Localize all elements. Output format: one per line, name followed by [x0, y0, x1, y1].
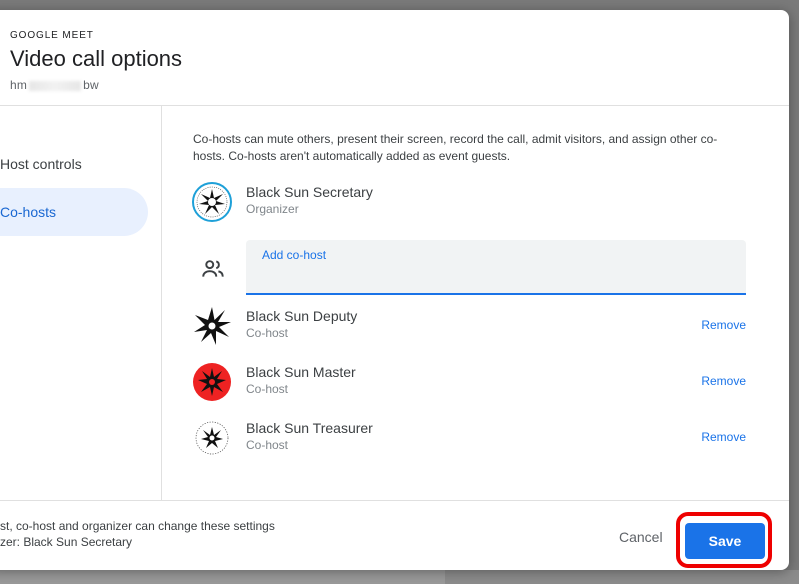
- dialog-title: Video call options: [10, 46, 183, 71]
- person-row-deputy: Black Sun Deputy Co-host Remove: [192, 304, 747, 348]
- cancel-button[interactable]: Cancel: [619, 529, 663, 545]
- footer-divider: [0, 500, 789, 501]
- person-row-organizer: Black Sun Secretary Organizer: [192, 180, 747, 224]
- background-strip: [0, 570, 799, 584]
- footer-info: st, co-host and organizer can change the…: [0, 518, 275, 550]
- person-name: Black Sun Master: [246, 364, 356, 380]
- person-row-treasurer: Black Sun Treasurer Co-host Remove: [192, 416, 747, 460]
- meeting-code-start: hm: [10, 78, 28, 92]
- footer-line-2: zer: Black Sun Secretary: [0, 535, 133, 549]
- person-role: Organizer: [246, 202, 299, 216]
- dialog-header: GOOGLE MEET Video call options hm bw: [10, 30, 182, 92]
- avatar-treasurer: [193, 419, 231, 457]
- avatar-master: [193, 363, 231, 401]
- person-role: Co-host: [246, 326, 289, 340]
- people-icon: [202, 260, 224, 277]
- person-name: Black Sun Secretary: [246, 184, 373, 200]
- add-co-host-input[interactable]: Add co-host: [246, 240, 746, 295]
- footer-line-1: st, co-host and organizer can change the…: [0, 519, 275, 533]
- add-co-host-label: Add co-host: [262, 248, 327, 262]
- avatar-deputy: [194, 307, 231, 345]
- redacted-blur: [29, 80, 82, 91]
- person-name: Black Sun Deputy: [246, 308, 358, 324]
- nav-item-host-controls[interactable]: Host controls: [0, 140, 148, 188]
- avatar-secretary: [192, 182, 232, 222]
- app-label: GOOGLE MEET: [10, 30, 94, 41]
- person-name: Black Sun Treasurer: [246, 420, 373, 436]
- meeting-code-end: bw: [83, 78, 99, 92]
- remove-master-button[interactable]: Remove: [701, 374, 746, 388]
- co-hosts-description: Co-hosts can mute others, present their …: [193, 132, 718, 163]
- meeting-code: hm bw: [10, 78, 182, 92]
- person-role: Co-host: [246, 438, 289, 452]
- co-hosts-panel: Co-hosts can mute others, present their …: [162, 106, 789, 500]
- nav-item-co-hosts[interactable]: Co-hosts: [0, 188, 148, 236]
- person-role: Co-host: [246, 382, 289, 396]
- video-call-options-dialog: GOOGLE MEET Video call options hm bw Host…: [0, 10, 789, 570]
- remove-treasurer-button[interactable]: Remove: [701, 430, 746, 444]
- background-strip-light: [0, 570, 445, 584]
- person-row-master: Black Sun Master Co-host Remove: [192, 360, 747, 404]
- save-button[interactable]: Save: [685, 523, 765, 559]
- remove-deputy-button[interactable]: Remove: [701, 318, 746, 332]
